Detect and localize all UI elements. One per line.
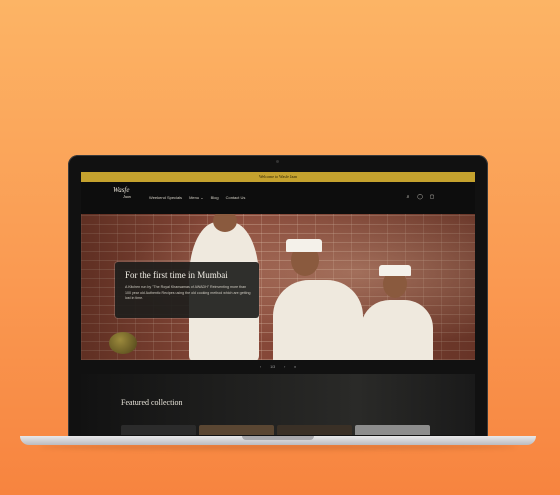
website-screen: Welcome to Wasfe Jaan Wasfe Jaan Weekend… (81, 172, 475, 435)
featured-collection-title: Featured collection (121, 398, 183, 407)
nav-item-blog[interactable]: Blog (211, 195, 219, 200)
nav-item-menu[interactable]: Menu ⌄ (189, 195, 204, 200)
slide-prev-button[interactable]: ‹ (260, 365, 261, 369)
hero-banner: For the first time in Mumbai A Kitchen r… (81, 214, 475, 360)
hero-text-card: For the first time in Mumbai A Kitchen r… (115, 262, 259, 318)
hero-person-center (273, 280, 363, 360)
slide-pause-button[interactable]: ⏸ (294, 365, 296, 369)
user-icon[interactable]: ◯ (417, 194, 423, 200)
site-header: Wasfe Jaan Weekend Specials Menu ⌄ Blog … (81, 182, 475, 214)
hero-person-right-cap (379, 265, 411, 276)
laptop-base (20, 436, 536, 445)
laptop-base-notch (242, 436, 314, 440)
hero-description: A Kitchen run by "The Royal Khansamas of… (125, 285, 251, 300)
featured-collection-grid (121, 425, 430, 435)
main-menu: Weekend Specials Menu ⌄ Blog Contact Us (149, 195, 245, 200)
product-card[interactable] (199, 425, 274, 435)
product-card[interactable] (355, 425, 430, 435)
site-logo[interactable]: Wasfe Jaan (113, 186, 131, 200)
chevron-down-icon: ⌄ (200, 195, 204, 200)
hero-person-right (361, 300, 433, 360)
nav-item-contact-us[interactable]: Contact Us (226, 195, 246, 200)
product-card[interactable] (277, 425, 352, 435)
nav-item-menu-label: Menu (189, 195, 200, 200)
nav-item-weekend-specials[interactable]: Weekend Specials (149, 195, 182, 200)
laptop-screen-frame: Welcome to Wasfe Jaan Wasfe Jaan Weekend… (68, 155, 488, 438)
hero-person-center-cap (286, 239, 322, 252)
search-icon[interactable]: ⌕ (405, 194, 411, 200)
logo-line-1: Wasfe (113, 186, 130, 194)
header-icons: ⌕ ◯ ▢ (405, 194, 435, 200)
camera-icon (276, 160, 279, 163)
logo-line-2: Jaan (123, 194, 131, 199)
cart-icon[interactable]: ▢ (429, 194, 435, 200)
product-card[interactable] (121, 425, 196, 435)
hero-title: For the first time in Mumbai (125, 270, 228, 280)
slide-next-button[interactable]: › (284, 365, 285, 369)
hero-cooking-pot (109, 332, 137, 354)
featured-collection-section: Featured collection (81, 374, 475, 435)
slide-counter: 1/3 (270, 365, 276, 369)
slideshow-controls: ‹ 1/3 › ⏸ (81, 360, 475, 374)
announcement-bar: Welcome to Wasfe Jaan (81, 172, 475, 182)
